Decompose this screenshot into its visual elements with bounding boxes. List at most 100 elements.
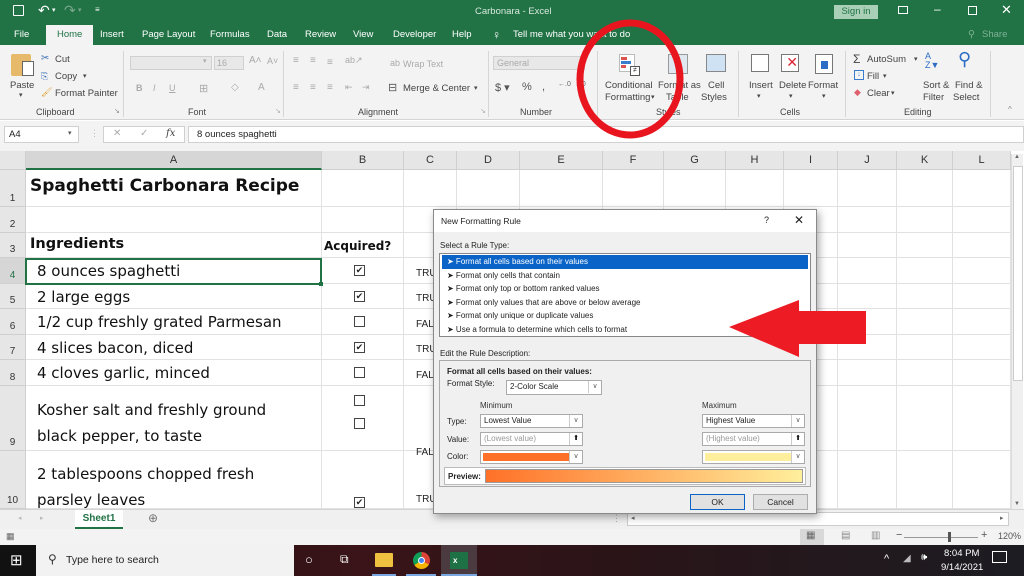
ingredient-cell[interactable]: 2 tablespoons chopped fresh: [37, 465, 254, 483]
network-icon[interactable]: ◢: [903, 553, 911, 564]
delete-button[interactable]: Delete: [779, 80, 806, 91]
cell-styles-button[interactable]: Cell: [708, 80, 724, 91]
merge-dropdown-icon[interactable]: ▾: [474, 84, 478, 92]
row-header-2[interactable]: 2: [0, 207, 26, 233]
redo-icon[interactable]: ↷: [64, 2, 76, 19]
font-size-select[interactable]: 16: [214, 56, 244, 70]
linked-value-cell[interactable]: FAL: [416, 447, 434, 458]
row-header-5[interactable]: 5: [0, 284, 26, 309]
conditional-formatting-dropdown-icon[interactable]: ▾: [651, 93, 655, 101]
clipboard-launcher-icon[interactable]: ↘: [114, 107, 120, 115]
horizontal-scrollbar[interactable]: ◂ ▸: [627, 512, 1009, 526]
sheet-tab-sheet1[interactable]: Sheet1: [75, 510, 123, 529]
tab-home[interactable]: Home: [46, 25, 94, 45]
column-header-g[interactable]: G: [664, 151, 726, 170]
scroll-down-icon[interactable]: ▼: [1014, 501, 1020, 507]
row-header-6[interactable]: 6: [0, 309, 26, 335]
align-center-icon[interactable]: ≡: [310, 82, 316, 93]
find-select-button[interactable]: Find &: [955, 80, 982, 91]
insert-button[interactable]: Insert: [749, 80, 773, 91]
decrease-decimal-icon[interactable]: .00: [576, 81, 586, 88]
format-dropdown-icon[interactable]: ▾: [822, 92, 826, 100]
restore-icon[interactable]: [968, 6, 977, 15]
align-right-icon[interactable]: ≡: [327, 82, 333, 93]
select-all-button[interactable]: [0, 151, 26, 170]
cancel-entry-icon[interactable]: ✕: [113, 128, 121, 139]
increase-font-icon[interactable]: A˄: [249, 55, 262, 66]
page-break-view-icon[interactable]: ▥: [871, 530, 880, 541]
taskbar-search-input[interactable]: Type here to search: [66, 554, 159, 566]
bold-icon[interactable]: B: [136, 83, 143, 93]
maximum-value-input[interactable]: (Highest value) ⬆: [702, 432, 805, 446]
enter-entry-icon[interactable]: ✓: [140, 128, 148, 139]
conditional-formatting-button[interactable]: Conditional: [605, 80, 653, 91]
font-name-select[interactable]: [130, 56, 212, 70]
ingredient-cell[interactable]: Kosher salt and freshly ground: [37, 401, 266, 419]
sort-filter-icon[interactable]: A Z▼: [925, 52, 939, 70]
maximum-type-select[interactable]: Highest Value ∨: [702, 414, 805, 428]
column-header-k[interactable]: K: [897, 151, 953, 170]
acquired-checkbox[interactable]: ✔: [354, 497, 365, 508]
ingredient-cell[interactable]: 2 large eggs: [37, 288, 130, 306]
rule-type-option[interactable]: ➤ Format only cells that contain: [442, 269, 808, 283]
tab-formulas[interactable]: Formulas: [210, 25, 250, 45]
tab-split-handle[interactable]: ⋮: [612, 513, 621, 524]
minimum-value-input[interactable]: (Lowest value) ⬆: [480, 432, 583, 446]
scroll-sheets-left-icon[interactable]: ◂: [18, 514, 22, 522]
delete-dropdown-icon[interactable]: ▾: [789, 92, 793, 100]
zoom-out-icon[interactable]: −: [896, 529, 902, 541]
delete-cells-icon[interactable]: ✕: [781, 54, 799, 72]
clock-time[interactable]: 8:04 PM: [944, 548, 979, 559]
rule-type-option[interactable]: ➤ Format only top or bottom ranked value…: [442, 282, 808, 296]
acquired-checkbox[interactable]: [354, 395, 365, 406]
rule-type-option[interactable]: ➤ Format only values that are above or b…: [442, 296, 808, 310]
vertical-scrollbar[interactable]: ▲ ▼: [1011, 154, 1023, 509]
close-icon[interactable]: ✕: [1001, 2, 1012, 18]
share-button[interactable]: Share: [982, 25, 1007, 45]
align-middle-icon[interactable]: ≡: [310, 55, 316, 66]
format-style-select[interactable]: 2-Color Scale ∨: [506, 380, 602, 395]
wrap-text-button[interactable]: Wrap Text: [403, 59, 443, 69]
tell-me-search[interactable]: Tell me what you want to do: [513, 25, 630, 45]
format-as-table-button[interactable]: Format as: [658, 80, 701, 91]
chrome-icon[interactable]: [413, 552, 430, 569]
zoom-slider-thumb[interactable]: [948, 532, 952, 542]
format-painter-button[interactable]: Format Painter: [55, 88, 118, 99]
tab-insert[interactable]: Insert: [100, 25, 124, 45]
macro-record-icon[interactable]: ▦: [6, 531, 15, 542]
tab-developer[interactable]: Developer: [393, 25, 436, 45]
column-header-c[interactable]: C: [404, 151, 457, 170]
scroll-sheets-right-icon[interactable]: ▸: [40, 514, 44, 522]
autosum-dropdown-icon[interactable]: ▾: [914, 55, 918, 63]
cell-b3-acquired-header[interactable]: Acquired?: [324, 239, 391, 253]
autosum-button[interactable]: AutoSum: [867, 54, 906, 65]
minimum-color-select[interactable]: ∨: [480, 450, 583, 464]
linked-value-cell[interactable]: FAL: [416, 319, 434, 330]
column-header-e[interactable]: E: [520, 151, 603, 170]
minimum-type-select[interactable]: Lowest Value ∨: [480, 414, 583, 428]
rule-type-option[interactable]: ➤ Use a formula to determine which cells…: [442, 323, 808, 337]
start-button[interactable]: ⊞: [0, 545, 36, 576]
italic-icon[interactable]: I: [153, 83, 156, 93]
excel-taskbar-button[interactable]: x: [441, 545, 477, 576]
formula-input[interactable]: 8 ounces spaghetti: [188, 126, 1024, 143]
rule-type-option[interactable]: ➤ Format all cells based on their values: [442, 255, 808, 269]
column-header-i[interactable]: I: [784, 151, 838, 170]
fill-handle[interactable]: [319, 282, 323, 286]
borders-icon[interactable]: ⊞: [199, 82, 208, 95]
cancel-button[interactable]: Cancel: [753, 494, 808, 510]
page-layout-view-icon[interactable]: ▤: [841, 530, 850, 541]
align-top-icon[interactable]: ≡: [293, 55, 299, 66]
scroll-left-icon[interactable]: ◂: [631, 514, 635, 522]
increase-decimal-icon[interactable]: ←.0: [558, 81, 571, 88]
clock-date[interactable]: 9/14/2021: [941, 562, 983, 573]
row-header-10[interactable]: 10: [0, 451, 26, 509]
decrease-font-icon[interactable]: A˅: [267, 56, 278, 66]
cell-a1-title[interactable]: Spaghetti Carbonara Recipe: [30, 176, 299, 196]
task-view-icon[interactable]: ⧉: [340, 552, 349, 567]
volume-icon[interactable]: 🕪: [921, 552, 927, 563]
cut-button[interactable]: Cut: [55, 54, 70, 65]
insert-function-icon[interactable]: fx: [166, 128, 175, 139]
scroll-right-icon[interactable]: ▸: [1000, 514, 1004, 522]
column-header-f[interactable]: F: [603, 151, 664, 170]
